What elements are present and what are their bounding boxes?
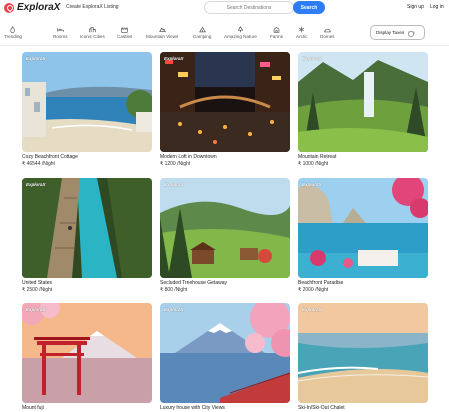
castle-icon	[121, 27, 128, 33]
listing-price: ₹ 2000 /Night	[298, 287, 329, 293]
listing-title: Beachfront Paradise	[298, 280, 344, 286]
listing-image[interactable]: ExploraX	[160, 178, 290, 278]
listing-title: Secluded Treehouse Getaway	[160, 280, 227, 286]
snowflake-icon	[299, 26, 305, 33]
listing-image[interactable]: ExploraX	[298, 52, 428, 152]
listing-card[interactable]: ExploraX Beachfront Paradise ₹ 2000 /Nig…	[298, 178, 428, 293]
category-label: Iconic Cities	[80, 34, 105, 39]
listing-price: ₹ 1000 /Night	[298, 161, 329, 167]
category-mountain-views[interactable]: Mountain Views	[146, 26, 178, 39]
search-button[interactable]: Search	[293, 1, 325, 14]
listing-card[interactable]: ExploraX Mountain Retreat ₹ 1000 /Night	[298, 52, 428, 167]
listing-card[interactable]: ExploraX Secluded Treehouse Getaway ₹ 80…	[160, 178, 290, 293]
listing-title: Cozy Beachfront Cottage	[22, 154, 78, 160]
listing-price: ₹ 2500 /Night	[22, 287, 53, 293]
listing-card[interactable]: ExploraX Mount fuji	[22, 303, 152, 412]
category-farms[interactable]: Farms	[270, 26, 283, 39]
listing-price: ₹ 1200 /Night	[160, 161, 191, 167]
logo-text: ExploraX	[17, 2, 61, 13]
listing-price: ₹ 800 /Night	[160, 287, 188, 293]
search-input[interactable]	[204, 1, 294, 14]
listing-title: Mount fuji	[22, 405, 44, 411]
display-taxes-toggle[interactable]: Display Taxes	[370, 25, 425, 40]
mountain-icon	[158, 27, 166, 32]
listing-image[interactable]: ExploraX	[160, 52, 290, 152]
category-iconic-cities[interactable]: Iconic Cities	[80, 26, 105, 39]
listing-badge: ExploraX	[26, 56, 46, 61]
listing-title: Luxury house with City Views	[160, 405, 225, 411]
listing-badge: ExploraX	[164, 56, 184, 61]
category-label: Castles	[117, 34, 133, 39]
category-rooms[interactable]: Rooms	[53, 26, 68, 39]
listing-badge: ExploraX	[164, 307, 184, 312]
listing-badge: ExploraX	[164, 182, 184, 187]
listing-image[interactable]: ExploraX	[22, 303, 152, 403]
category-castles[interactable]: Castles	[117, 26, 132, 39]
listing-card[interactable]: ExploraX Ski-In/Ski-Out Chalet	[298, 303, 428, 412]
listing-badge: ExploraX	[26, 182, 46, 187]
listing-card[interactable]: ExploraX United States ₹ 2500 /Night	[22, 178, 152, 293]
login-link[interactable]: Log in	[430, 4, 444, 10]
category-amazing-nature[interactable]: Amazing Nature	[224, 26, 257, 39]
listing-card[interactable]: ExploraX Luxury house with City Views	[160, 303, 290, 412]
listing-card[interactable]: ExploraX Modern Loft in Downtown ₹ 1200 …	[160, 52, 290, 167]
create-listing-link[interactable]: Create ExploraX Listing	[66, 4, 119, 10]
tent-icon	[198, 26, 206, 33]
category-label: Mountain Views	[146, 34, 179, 39]
category-label: Camping	[193, 34, 212, 39]
listing-image[interactable]: ExploraX	[22, 52, 152, 152]
listing-price: ₹ 46544 /Night	[22, 161, 55, 167]
listing-title: United States	[22, 280, 53, 286]
category-label: Amazing Nature	[224, 34, 257, 39]
listing-title: Modern Loft in Downtown	[160, 154, 217, 160]
category-domes[interactable]: Domes	[320, 26, 335, 39]
display-taxes-label: Display Taxes	[376, 30, 405, 35]
signup-link[interactable]: Sign up	[407, 4, 424, 10]
category-label: Farms	[270, 34, 284, 39]
toggle-switch[interactable]	[408, 30, 416, 37]
category-label: Trending	[4, 34, 22, 39]
category-camping[interactable]: Camping	[193, 26, 211, 39]
listing-card[interactable]: ExploraX Cozy Beachfront Cottage ₹ 46544…	[22, 52, 152, 167]
listing-image[interactable]: ExploraX	[22, 178, 152, 278]
listing-image[interactable]: ExploraX	[298, 178, 428, 278]
dome-icon	[324, 28, 331, 33]
listing-badge: ExploraX	[26, 307, 46, 312]
tree-icon	[237, 26, 244, 33]
listing-title: Mountain Retreat	[298, 154, 337, 160]
bed-icon	[57, 28, 64, 32]
category-label: Arctic	[296, 34, 308, 39]
listing-badge: ExploraX	[302, 182, 322, 187]
compass-icon	[4, 2, 14, 13]
fire-icon	[10, 26, 16, 33]
category-arctic[interactable]: Arctic	[296, 26, 307, 39]
listing-title: Ski-In/Ski-Out Chalet	[298, 405, 345, 411]
farm-icon	[273, 27, 280, 33]
category-label: Rooms	[53, 34, 68, 39]
city-icon	[89, 27, 96, 33]
logo[interactable]: ExploraX	[4, 2, 60, 13]
category-trending[interactable]: Trending	[4, 26, 22, 39]
listing-image[interactable]: ExploraX	[298, 303, 428, 403]
top-navbar: ExploraX Create ExploraX Listing Search …	[0, 0, 449, 18]
listing-badge: ExploraX	[302, 56, 322, 61]
category-label: Domes	[320, 34, 335, 39]
listing-badge: ExploraX	[302, 307, 322, 312]
listing-image[interactable]: ExploraX	[160, 303, 290, 403]
